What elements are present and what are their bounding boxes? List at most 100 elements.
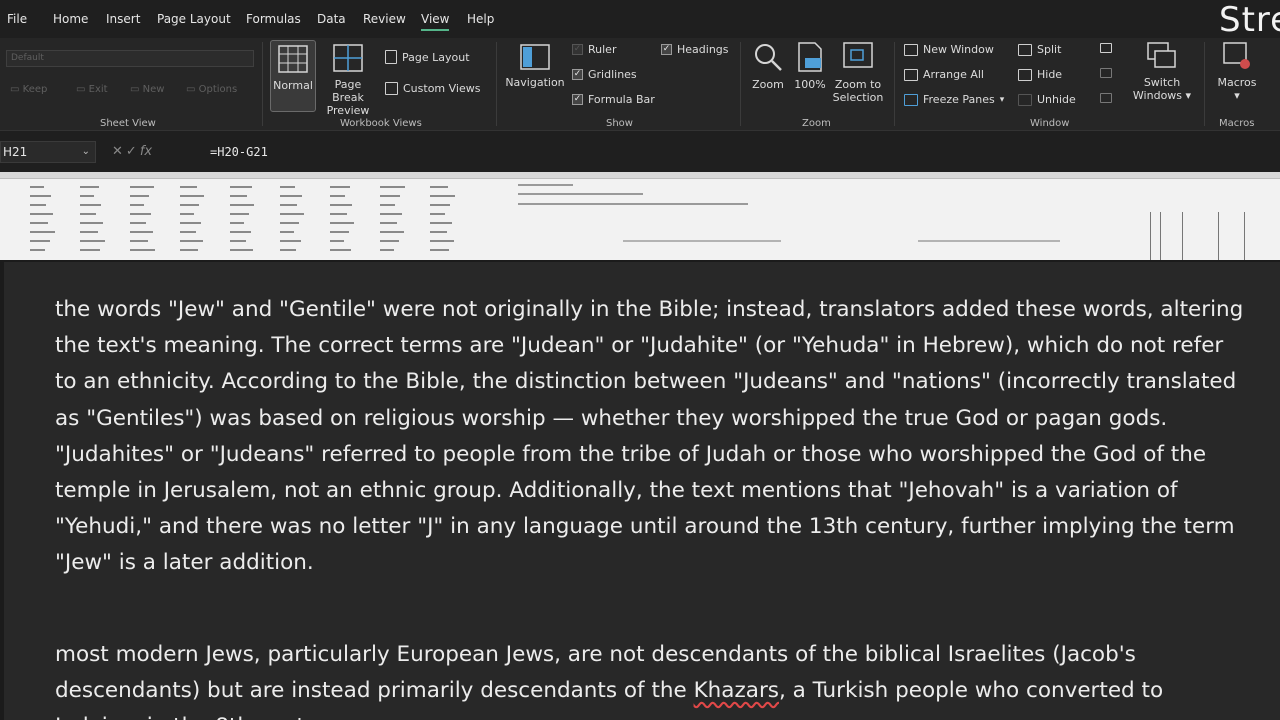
table-cell[interactable]: [330, 238, 380, 244]
unhide-button[interactable]: Unhide: [1018, 93, 1076, 106]
page-layout-button[interactable]: Page Layout: [385, 50, 470, 64]
table-cell[interactable]: [430, 247, 480, 253]
tab-review[interactable]: Review: [363, 12, 406, 26]
table-cell[interactable]: [30, 229, 80, 235]
freeze-panes-button[interactable]: Freeze Panes ▾: [904, 93, 1004, 106]
table-cell[interactable]: [280, 211, 330, 217]
table-cell[interactable]: [180, 211, 230, 217]
new-button[interactable]: ▭ New: [130, 84, 164, 95]
table-cell[interactable]: [180, 220, 230, 226]
table-row[interactable]: [30, 219, 500, 227]
zoom-button[interactable]: Zoom: [750, 42, 786, 91]
table-row[interactable]: [30, 192, 500, 200]
tab-data[interactable]: Data: [317, 12, 346, 26]
table-cell[interactable]: [30, 184, 80, 190]
normal-view-button[interactable]: Normal: [270, 40, 316, 112]
table-cell[interactable]: [280, 238, 330, 244]
table-cell[interactable]: [330, 184, 380, 190]
split-button[interactable]: Split: [1018, 43, 1061, 56]
table-cell[interactable]: [230, 211, 280, 217]
table-cell[interactable]: [230, 238, 280, 244]
table-row[interactable]: [30, 237, 500, 245]
custom-views-button[interactable]: Custom Views: [385, 82, 480, 95]
table-cell[interactable]: [280, 220, 330, 226]
table-cell[interactable]: [380, 238, 430, 244]
enter-icon[interactable]: ✓: [126, 144, 140, 159]
table-row[interactable]: [30, 201, 500, 209]
table-row[interactable]: [30, 210, 500, 218]
table-cell[interactable]: [80, 238, 130, 244]
table-row[interactable]: [30, 228, 500, 236]
table-cell[interactable]: [180, 238, 230, 244]
table-cell[interactable]: [380, 220, 430, 226]
table-cell[interactable]: [230, 247, 280, 253]
table-cell[interactable]: [80, 184, 130, 190]
table-cell[interactable]: [380, 247, 430, 253]
table-cell[interactable]: [380, 211, 430, 217]
table-cell[interactable]: [430, 229, 480, 235]
chevron-down-icon[interactable]: ⌄: [82, 142, 90, 162]
table-cell[interactable]: [130, 238, 180, 244]
table-cell[interactable]: [80, 229, 130, 235]
insert-function-icon[interactable]: fx: [140, 144, 152, 159]
table-cell[interactable]: [30, 193, 80, 199]
table-cell[interactable]: [280, 247, 330, 253]
table-cell[interactable]: [180, 193, 230, 199]
table-cell[interactable]: [130, 247, 180, 253]
synchronous-scrolling-button[interactable]: [1100, 68, 1112, 78]
table-cell[interactable]: [330, 193, 380, 199]
table-cell[interactable]: [180, 229, 230, 235]
table-cell[interactable]: [430, 211, 480, 217]
table-cell[interactable]: [230, 184, 280, 190]
hide-button[interactable]: Hide: [1018, 68, 1062, 81]
table-cell[interactable]: [130, 184, 180, 190]
table-cell[interactable]: [430, 238, 480, 244]
table-cell[interactable]: [330, 229, 380, 235]
table-cell[interactable]: [180, 184, 230, 190]
tab-page-layout[interactable]: Page Layout: [157, 12, 231, 26]
table-cell[interactable]: [180, 247, 230, 253]
table-cell[interactable]: [430, 220, 480, 226]
table-cell[interactable]: [380, 202, 430, 208]
tab-file[interactable]: File: [7, 12, 27, 26]
navigation-button[interactable]: Navigation: [504, 44, 566, 89]
tab-insert[interactable]: Insert: [106, 12, 140, 26]
spreadsheet-grid[interactable]: [0, 172, 1280, 260]
table-cell[interactable]: [130, 202, 180, 208]
page-break-preview-button[interactable]: Page Break Preview: [318, 44, 378, 117]
table-cell[interactable]: [180, 202, 230, 208]
formula-input[interactable]: =H20-G21: [210, 145, 268, 159]
column-headers[interactable]: [0, 172, 1280, 179]
table-cell[interactable]: [380, 193, 430, 199]
table-cell[interactable]: [380, 229, 430, 235]
ruler-checkbox[interactable]: ✓ Ruler: [572, 43, 616, 56]
table-cell[interactable]: [330, 211, 380, 217]
table-cell[interactable]: [80, 247, 130, 253]
headings-checkbox[interactable]: ✓ Headings: [661, 43, 729, 56]
table-cell[interactable]: [130, 211, 180, 217]
table-cell[interactable]: [230, 220, 280, 226]
table-cell[interactable]: [430, 202, 480, 208]
table-cell[interactable]: [30, 247, 80, 253]
table-cell[interactable]: [30, 202, 80, 208]
gridlines-checkbox[interactable]: ✓ Gridlines: [572, 68, 637, 81]
table-cell[interactable]: [80, 193, 130, 199]
view-side-by-side-button[interactable]: [1100, 43, 1112, 53]
table-row[interactable]: [30, 183, 500, 191]
table-cell[interactable]: [30, 238, 80, 244]
table-cell[interactable]: [330, 247, 380, 253]
name-box[interactable]: H21 ⌄: [0, 141, 96, 163]
table-cell[interactable]: [130, 193, 180, 199]
switch-windows-button[interactable]: Switch Windows ▾: [1130, 42, 1194, 102]
zoom-to-selection-button[interactable]: Zoom to Selection: [830, 42, 886, 104]
table-cell[interactable]: [80, 220, 130, 226]
exit-button[interactable]: ▭ Exit: [76, 84, 108, 95]
table-cell[interactable]: [230, 229, 280, 235]
tab-help[interactable]: Help: [467, 12, 494, 26]
new-window-button[interactable]: New Window: [904, 43, 994, 56]
table-cell[interactable]: [80, 202, 130, 208]
keep-button[interactable]: ▭ Keep: [10, 84, 47, 95]
table-cell[interactable]: [280, 229, 330, 235]
tab-formulas[interactable]: Formulas: [246, 12, 301, 26]
tab-view[interactable]: View: [421, 12, 450, 31]
